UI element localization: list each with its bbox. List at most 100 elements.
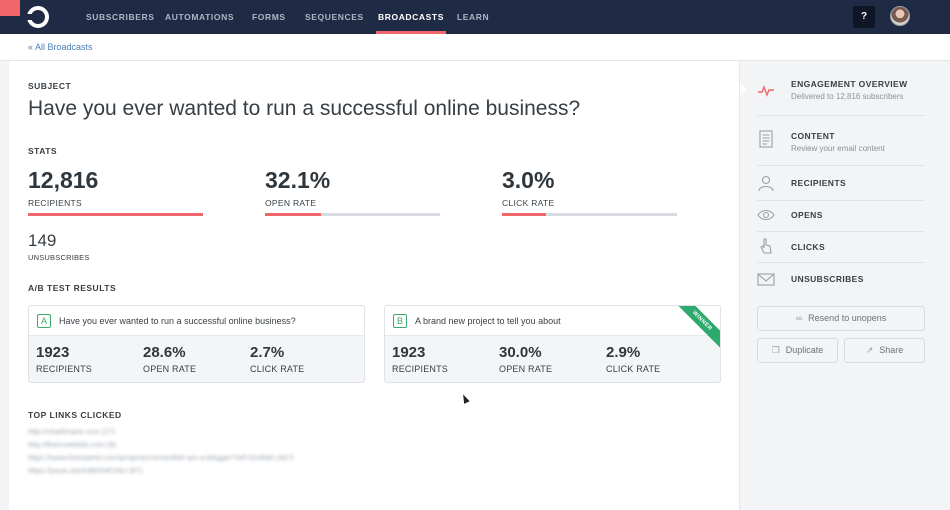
- sidebar-item-content[interactable]: CONTENT Review your email content: [741, 127, 950, 167]
- ab-variant-letter: A: [37, 314, 51, 328]
- stat-bar-fill: [265, 213, 322, 216]
- pulse-icon: [758, 85, 774, 97]
- ab-open-rate: 28.6% OPEN RATE: [143, 344, 196, 374]
- divider: [757, 231, 925, 232]
- nav-forms[interactable]: FORMS: [252, 0, 286, 34]
- stat-bar: [502, 213, 677, 216]
- ab-stat-label: RECIPIENTS: [392, 364, 449, 374]
- button-label: Resend to unopens: [808, 313, 887, 323]
- top-link-item[interactable]: https://youtu.be/dJ8KhHP24U (87): [28, 466, 294, 475]
- ab-click-rate: 2.7% CLICK RATE: [250, 344, 304, 374]
- share-button[interactable]: ↗ Share: [844, 338, 925, 363]
- mouse-cursor-icon: [460, 393, 470, 404]
- stat-bar: [265, 213, 440, 216]
- ab-variant-letter: B: [393, 314, 407, 328]
- stat-label: OPEN RATE: [265, 198, 317, 208]
- stat-click-rate[interactable]: 3.0% CLICK RATE: [502, 167, 677, 216]
- ab-variant-b[interactable]: B A brand new project to tell you about …: [384, 305, 721, 383]
- subject-label: SUBJECT: [28, 81, 72, 91]
- users-icon: [758, 175, 774, 192]
- divider: [757, 115, 925, 116]
- nav-automations[interactable]: AUTOMATIONS: [165, 0, 234, 34]
- ab-stat-value: 30.0%: [499, 344, 542, 361]
- sidebar-item-clicks[interactable]: CLICKS: [741, 235, 950, 265]
- logo-accent: [0, 0, 20, 16]
- breadcrumb-bar: « All Broadcasts: [0, 34, 950, 61]
- top-links-list: http://charlimarie.com (27) http://liner…: [28, 427, 294, 479]
- ab-click-rate: 2.9% CLICK RATE: [606, 344, 660, 374]
- avatar[interactable]: [890, 6, 910, 26]
- ab-variant-header: A Have you ever wanted to run a successf…: [29, 306, 364, 336]
- sidebar-item-label: OPENS: [791, 210, 823, 220]
- stat-value: 32.1%: [265, 167, 331, 193]
- divider: [757, 262, 925, 263]
- sidebar-item-recipients[interactable]: RECIPIENTS: [741, 171, 950, 201]
- top-links-label: TOP LINKS CLICKED: [28, 410, 122, 420]
- button-label: Duplicate: [785, 345, 824, 355]
- all-broadcasts-link[interactable]: « All Broadcasts: [28, 42, 93, 52]
- ab-variant-subject: Have you ever wanted to run a successful…: [59, 316, 296, 326]
- winner-badge: WINNER: [670, 306, 720, 353]
- ab-variant-subject: A brand new project to tell you about: [415, 316, 561, 326]
- logo-icon: [26, 6, 49, 28]
- unsubscribes-value: 149: [28, 231, 57, 250]
- divider: [757, 200, 925, 201]
- ab-open-rate: 30.0% OPEN RATE: [499, 344, 552, 374]
- envelope-icon: [757, 273, 775, 286]
- ab-recipients: 1923 RECIPIENTS: [392, 344, 448, 374]
- eye-icon: [757, 209, 775, 221]
- sidebar-item-opens[interactable]: OPENS: [741, 203, 950, 233]
- divider: [757, 165, 925, 166]
- nav-learn[interactable]: LEARN: [457, 0, 489, 34]
- sidebar-item-sub: Delivered to 12,816 subscribers: [791, 92, 904, 101]
- ab-variant-header: B A brand new project to tell you about …: [385, 306, 720, 353]
- nav-broadcasts[interactable]: BROADCASTS: [376, 0, 446, 34]
- ab-test-label: A/B TEST RESULTS: [28, 283, 117, 293]
- link-icon: ∞: [795, 313, 803, 323]
- stat-value: 12,816: [28, 167, 99, 193]
- top-link-item[interactable]: https://www.kickstarter.com/projects/con…: [28, 453, 294, 462]
- sidebar-item-unsubscribes[interactable]: UNSUBSCRIBES: [741, 267, 950, 297]
- stat-label: RECIPIENTS: [28, 198, 83, 208]
- nav-subscribers[interactable]: SUBSCRIBERS: [86, 0, 154, 34]
- stat-bar-fill: [502, 213, 546, 216]
- sidebar-item-sub: Review your email content: [791, 144, 885, 153]
- ab-stat-value: 1923: [392, 344, 426, 361]
- stat-recipients[interactable]: 12,816 RECIPIENTS: [28, 167, 203, 216]
- share-icon: ↗: [865, 345, 874, 355]
- broadcast-report: SUBJECT Have you ever wanted to run a su…: [9, 61, 740, 510]
- unsubscribes-label: UNSUBSCRIBES: [28, 253, 90, 262]
- ab-stat-label: OPEN RATE: [143, 364, 197, 374]
- stat-label: CLICK RATE: [502, 198, 555, 208]
- top-nav: SUBSCRIBERS AUTOMATIONS FORMS SEQUENCES …: [0, 0, 950, 34]
- subject-title: Have you ever wanted to run a successful…: [28, 97, 581, 120]
- ab-stat-value: 2.7%: [250, 344, 285, 361]
- ab-stat-value: 1923: [36, 344, 70, 361]
- sidebar-item-label: UNSUBSCRIBES: [791, 274, 864, 284]
- help-button[interactable]: ?: [853, 6, 875, 28]
- sidebar-item-label: CLICKS: [791, 242, 826, 252]
- report-sidebar: ENGAGEMENT OVERVIEW Delivered to 12,816 …: [740, 61, 950, 510]
- stat-bar: [28, 213, 203, 216]
- ab-stat-label: RECIPIENTS: [36, 364, 93, 374]
- stat-open-rate[interactable]: 32.1% OPEN RATE: [265, 167, 440, 216]
- sidebar-item-label: ENGAGEMENT OVERVIEW: [791, 79, 908, 89]
- sidebar-item-label: RECIPIENTS: [791, 178, 847, 188]
- ab-stat-label: CLICK RATE: [250, 364, 305, 374]
- sidebar-item-engagement-overview[interactable]: ENGAGEMENT OVERVIEW Delivered to 12,816 …: [741, 75, 950, 115]
- ab-recipients: 1923 RECIPIENTS: [36, 344, 92, 374]
- duplicate-button[interactable]: ❐ Duplicate: [757, 338, 838, 363]
- ab-variant-a[interactable]: A Have you ever wanted to run a successf…: [28, 305, 365, 383]
- nav-sequences[interactable]: SEQUENCES: [305, 0, 364, 34]
- button-label: Share: [879, 345, 904, 355]
- sidebar-item-label: CONTENT: [791, 131, 835, 141]
- ab-stat-value: 28.6%: [143, 344, 186, 361]
- ab-stat-label: OPEN RATE: [499, 364, 553, 374]
- hand-pointer-icon: [760, 238, 772, 254]
- ab-stat-label: CLICK RATE: [606, 364, 661, 374]
- resend-to-unopens-button[interactable]: ∞ Resend to unopens: [757, 306, 925, 331]
- logo[interactable]: [0, 0, 56, 34]
- top-link-item[interactable]: http://linernotekids.com (6): [28, 440, 294, 449]
- top-link-item[interactable]: http://charlimarie.com (27): [28, 427, 294, 436]
- copy-icon: ❐: [771, 345, 780, 355]
